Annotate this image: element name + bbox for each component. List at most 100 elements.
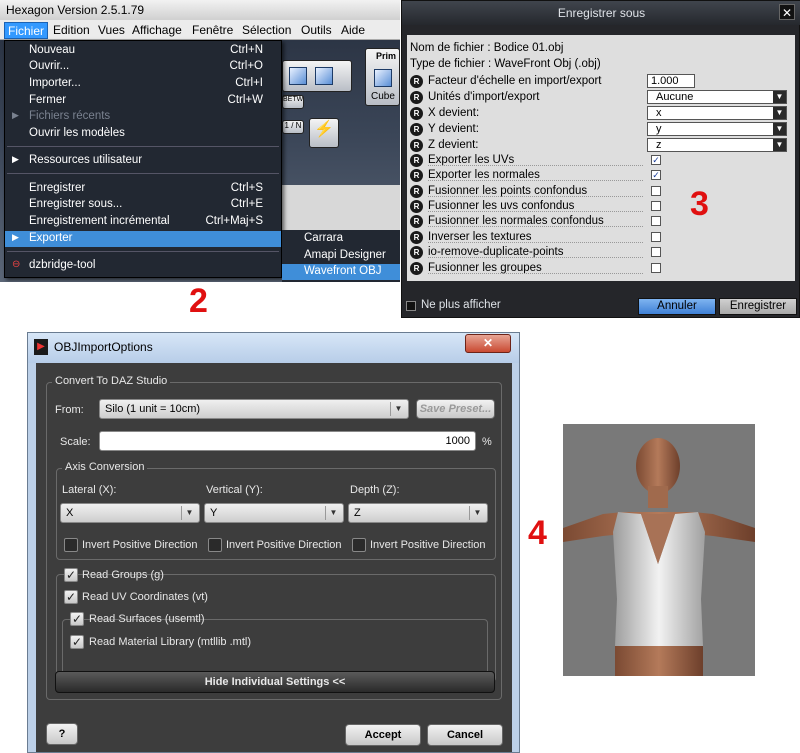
save-as-dialog: Enregistrer sous ✕ Nom de fichier : Bodi…	[401, 0, 800, 318]
lateral-value: X	[66, 507, 74, 519]
reset-icon[interactable]: R	[410, 123, 423, 136]
menu-item-label: Enregistrement incrémental	[29, 215, 170, 227]
option-checkbox[interactable]	[651, 216, 661, 226]
menu-item-ressources[interactable]: ▶ Ressources utilisateur	[5, 153, 281, 169]
menu-item-shortcut: Ctrl+S	[230, 182, 263, 194]
submenu-item-wavefront[interactable]: Wavefront OBJ	[282, 264, 400, 280]
leader-dots	[428, 273, 643, 274]
menu-item-exporter[interactable]: ▶ Exporter	[5, 231, 281, 247]
read-surfaces-checkbox[interactable]: ✓	[70, 612, 84, 626]
option-checkbox[interactable]	[651, 263, 661, 273]
menu-item-enregistrer-sous[interactable]: Enregistrer sous... Ctrl+E	[5, 197, 281, 213]
reset-icon[interactable]: R	[410, 91, 423, 104]
menu-item-label: Importer...	[29, 77, 81, 89]
from-value: Silo (1 unit = 10cm)	[105, 403, 201, 415]
submenu-item-amapi[interactable]: Amapi Designer	[282, 248, 400, 264]
from-select[interactable]: Silo (1 unit = 10cm) ▼	[99, 399, 409, 419]
close-icon[interactable]: ✕	[465, 334, 511, 353]
menu-item-label: dzbridge-tool	[29, 259, 96, 271]
x-value: x	[656, 107, 662, 119]
filename-row: Nom de fichier : Bodice 01.obj	[407, 41, 795, 57]
menu-item-fermer[interactable]: Fermer Ctrl+W	[5, 93, 281, 109]
menu-outils[interactable]: Outils	[298, 22, 335, 39]
reset-icon[interactable]: R	[410, 231, 423, 244]
accept-button[interactable]: Accept	[345, 724, 421, 746]
dont-show-checkbox[interactable]	[406, 301, 416, 311]
submenu-arrow-icon: ▶	[12, 110, 19, 120]
menu-aide[interactable]: Aide	[338, 22, 368, 39]
dzbridge-icon: ⊖	[12, 259, 21, 270]
convert-group-title: Convert To DAZ Studio	[52, 375, 171, 387]
hexagon-menubar: Fichier Edition Vues Affichage Fenêtre S…	[0, 20, 400, 40]
close-icon[interactable]: ✕	[779, 4, 795, 20]
read-material-checkbox[interactable]: ✓	[70, 635, 84, 649]
option-checkbox[interactable]	[651, 247, 661, 257]
invert-x-checkbox[interactable]	[64, 538, 78, 552]
scale-input[interactable]: 1.000	[647, 74, 695, 88]
hide-settings-button[interactable]: Hide Individual Settings <<	[55, 671, 495, 693]
save-button[interactable]: Enregistrer	[719, 298, 797, 315]
menu-item-enregistrement-incremental[interactable]: Enregistrement incrémental Ctrl+Maj+S	[5, 214, 281, 230]
y-select[interactable]: y ▼	[647, 122, 787, 136]
chevron-down-icon: ▼	[773, 139, 786, 151]
dont-show-label: Ne plus afficher	[421, 299, 501, 311]
reset-icon[interactable]: R	[410, 185, 423, 198]
betw-button[interactable]: BETW	[282, 95, 304, 109]
reset-icon[interactable]: R	[410, 262, 423, 275]
option-checkbox[interactable]: ✓	[651, 155, 661, 165]
z-value: z	[656, 139, 662, 151]
read-uv-checkbox[interactable]: ✓	[64, 590, 78, 604]
option-checkbox[interactable]	[651, 201, 661, 211]
units-value: Aucune	[656, 91, 694, 103]
reset-icon[interactable]: R	[410, 139, 423, 152]
menu-fichier[interactable]: Fichier	[4, 22, 49, 39]
reset-icon[interactable]: R	[410, 154, 423, 167]
menu-item-label: Exporter	[29, 232, 73, 244]
scale-input[interactable]: 1000	[99, 431, 476, 451]
menu-selection[interactable]: Sélection	[239, 22, 294, 39]
reset-icon[interactable]: R	[410, 215, 423, 228]
menu-vues[interactable]: Vues	[95, 22, 128, 39]
figure-render-image	[563, 424, 755, 676]
help-button[interactable]: ?	[46, 723, 78, 745]
vertical-select[interactable]: Y ▼	[204, 503, 344, 523]
menu-fenetre[interactable]: Fenêtre	[189, 22, 236, 39]
menu-item-nouveau[interactable]: Nouveau Ctrl+N	[5, 43, 281, 59]
cancel-button[interactable]: Cancel	[427, 724, 503, 746]
reset-icon[interactable]: R	[410, 200, 423, 213]
reset-icon[interactable]: R	[410, 246, 423, 259]
menu-item-ouvrir[interactable]: Ouvrir... Ctrl+O	[5, 59, 281, 75]
option-checkbox[interactable]: ✓	[651, 170, 661, 180]
hexagon-title: Hexagon Version 2.5.1.79	[0, 0, 400, 20]
lightning-icon[interactable]: ⚡	[309, 118, 339, 148]
reset-icon[interactable]: R	[410, 107, 423, 120]
y-label: Y devient:	[428, 123, 479, 135]
prim-tab[interactable]: Prim Cube	[365, 48, 400, 106]
in-button[interactable]: 1 / N	[282, 120, 304, 134]
x-select[interactable]: x ▼	[647, 106, 787, 120]
save-preset-button[interactable]: Save Preset...	[416, 399, 495, 419]
units-select[interactable]: Aucune ▼	[647, 90, 787, 104]
viewport-fragment	[282, 185, 400, 230]
reset-icon[interactable]: R	[410, 75, 423, 88]
cancel-button[interactable]: Annuler	[638, 298, 716, 315]
menu-affichage[interactable]: Affichage	[129, 22, 185, 39]
reset-icon[interactable]: R	[410, 169, 423, 182]
z-select[interactable]: z ▼	[647, 138, 787, 152]
invert-y-checkbox[interactable]	[208, 538, 222, 552]
menu-item-dzbridge[interactable]: ⊖ dzbridge-tool	[5, 258, 281, 274]
menu-separator	[7, 146, 279, 147]
menu-item-shortcut: Ctrl+W	[227, 94, 263, 106]
menu-item-enregistrer[interactable]: Enregistrer Ctrl+S	[5, 181, 281, 197]
menu-item-importer[interactable]: Importer... Ctrl+I	[5, 76, 281, 92]
option-checkbox[interactable]	[651, 232, 661, 242]
submenu-item-carrara[interactable]: Carrara	[282, 231, 400, 247]
toolbar-cube-group[interactable]	[282, 60, 352, 92]
menu-edition[interactable]: Edition	[50, 22, 93, 39]
menu-item-ouvrir-modeles[interactable]: Ouvrir les modèles	[5, 126, 281, 142]
read-groups-checkbox[interactable]: ✓	[64, 568, 78, 582]
lateral-select[interactable]: X ▼	[60, 503, 200, 523]
depth-select[interactable]: Z ▼	[348, 503, 488, 523]
option-checkbox[interactable]	[651, 186, 661, 196]
invert-z-checkbox[interactable]	[352, 538, 366, 552]
